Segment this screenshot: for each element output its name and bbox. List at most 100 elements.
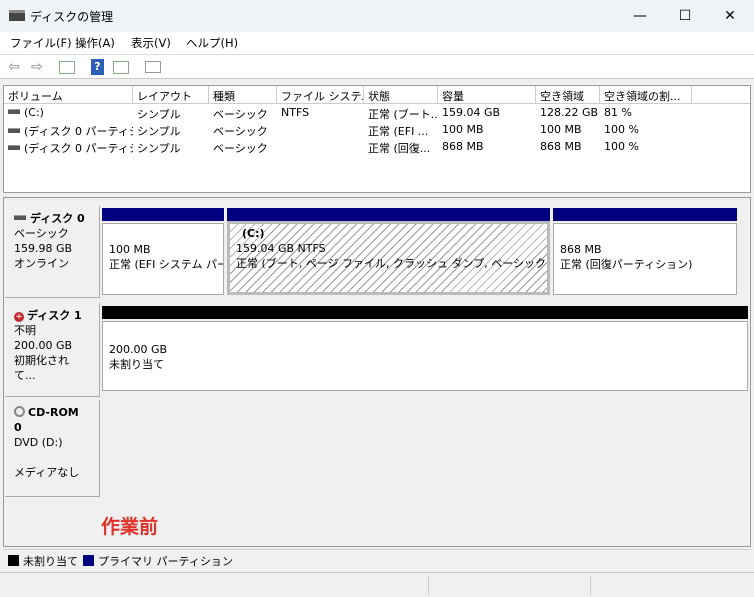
menu-bar: ファイル(F) 操作(A) 表示(V) ヘルプ(H) <box>0 32 754 54</box>
cell-text: 868 MB <box>442 140 484 153</box>
cell-text: ベーシック <box>213 108 268 121</box>
column-header-type[interactable]: 種類 <box>209 86 277 104</box>
partition-c[interactable]: (C:) 159.04 GB NTFS 正常 (ブート, ページ ファイル, ク… <box>227 221 550 295</box>
legend-label: 未割り当て <box>23 555 78 568</box>
legend: 未割り当て プライマリ パーティション <box>3 549 751 569</box>
table-row[interactable]: (ディスク 0 パーティシ... シンプル ベーシック 正常 (EFI ... 100 … <box>4 122 750 139</box>
legend-primary: プライマリ パーティション <box>83 553 233 569</box>
action-pane-icon[interactable] <box>113 61 129 74</box>
table-cell: 159.04 GB <box>438 105 536 122</box>
cell-text: シンプル <box>137 108 181 121</box>
table-cell <box>277 139 364 156</box>
partition-status: 未割り当て <box>109 358 164 371</box>
properties-icon[interactable] <box>145 61 161 73</box>
table-cell: ベーシック <box>209 139 277 156</box>
cell-text: 159.04 GB <box>442 106 501 119</box>
cell-text: 100 % <box>604 140 639 153</box>
volume-icon <box>8 145 20 150</box>
disk-0-type: ベーシック <box>14 227 69 240</box>
primary-swatch <box>83 555 94 566</box>
console-tree-icon[interactable] <box>59 61 75 74</box>
table-cell: 正常 (回復... <box>364 139 438 156</box>
toolbar: ⇦ ⇨ ? <box>0 54 754 79</box>
table-cell: 868 MB <box>536 139 600 156</box>
cell-text: ベーシック <box>213 125 268 138</box>
window-title: ディスクの管理 <box>30 10 114 24</box>
cdrom-0-type: DVD (D:) <box>14 436 63 449</box>
maximize-button[interactable]: ☐ <box>662 0 708 32</box>
cell-text: ベーシック <box>213 142 268 155</box>
status-divider <box>590 576 591 595</box>
title-bar: ディスクの管理 — ☐ ✕ <box>0 0 754 32</box>
table-cell: ベーシック <box>209 105 277 122</box>
cell-text: 100 % <box>604 123 639 136</box>
legend-unallocated: 未割り当て <box>8 553 78 569</box>
partition-efi[interactable]: 100 MB 正常 (EFI システム パーティション) <box>102 223 224 295</box>
partition-name: (C:) <box>242 227 265 240</box>
table-cell: 868 MB <box>438 139 536 156</box>
column-header-filler <box>692 86 750 104</box>
table-cell: (ディスク 0 パーティシ... <box>4 139 133 156</box>
cell-text: 正常 (ブート... <box>368 108 438 121</box>
partition-bar-primary <box>553 208 737 221</box>
column-header-status[interactable]: 状態 <box>364 86 438 104</box>
disk-0-status: オンライン <box>14 257 69 270</box>
hard-disk-icon <box>14 215 26 220</box>
menu-file[interactable]: ファイル(F) <box>10 35 72 51</box>
column-header-layout[interactable]: レイアウト <box>133 86 209 104</box>
forward-arrow-icon[interactable]: ⇨ <box>28 59 46 75</box>
disk-0-info[interactable]: ディスク 0 ベーシック 159.98 GB オンライン <box>5 206 100 298</box>
cell-text: (ディスク 0 パーティシ... <box>24 125 133 138</box>
table-cell: 100 MB <box>536 122 600 139</box>
minimize-button[interactable]: — <box>617 0 663 32</box>
disk-management-icon <box>9 10 25 21</box>
column-header-capacity[interactable]: 容量 <box>438 86 536 104</box>
cell-text: 100 MB <box>442 123 484 136</box>
partition-size: 159.04 GB NTFS <box>236 242 326 255</box>
cell-text: 128.22 GB <box>540 106 599 119</box>
table-row[interactable]: (ディスク 0 パーティシ... シンプル ベーシック 正常 (回復... 868 MB… <box>4 139 750 156</box>
column-header-free-space[interactable]: 空き領域 <box>536 86 600 104</box>
unallocated-swatch <box>8 555 19 566</box>
cell-text: 81 % <box>604 106 632 119</box>
cell-text: NTFS <box>281 106 310 119</box>
disk-1-info[interactable]: + ディスク 1 不明 200.00 GB 初期化されて... <box>5 303 100 397</box>
table-cell: (ディスク 0 パーティシ... <box>4 122 133 139</box>
menu-view[interactable]: 表示(V) <box>131 35 171 51</box>
table-cell: 81 % <box>600 105 692 122</box>
partition-bar-primary <box>227 208 550 221</box>
partition-bar-unallocated <box>102 306 748 319</box>
table-cell: 100 % <box>600 122 692 139</box>
column-header-percent-free[interactable]: 空き領域の割... <box>600 86 692 104</box>
cdrom-0-status: メディアなし <box>14 466 80 479</box>
table-cell: シンプル <box>133 105 209 122</box>
cd-rom-icon <box>14 406 25 417</box>
disk-1-name: ディスク 1 <box>27 309 82 322</box>
partition-size: 868 MB <box>560 243 602 256</box>
cell-text: シンプル <box>137 125 181 138</box>
disk-0-name: ディスク 0 <box>30 212 85 225</box>
back-arrow-icon[interactable]: ⇦ <box>5 59 23 75</box>
partition-status: 正常 (ブート, ページ ファイル, クラッシュ ダンプ, ベーシック データ … <box>236 257 547 270</box>
volume-icon <box>8 109 20 114</box>
menu-help[interactable]: ヘルプ(H) <box>186 35 238 51</box>
partition-status: 正常 (EFI システム パーティション) <box>109 258 223 271</box>
cell-text: 868 MB <box>540 140 582 153</box>
volume-icon <box>8 128 20 133</box>
legend-label: プライマリ パーティション <box>98 555 233 568</box>
menu-action[interactable]: 操作(A) <box>75 35 115 51</box>
column-header-filesystem[interactable]: ファイル システム <box>277 86 364 104</box>
close-button[interactable]: ✕ <box>707 0 753 32</box>
table-cell: 100 % <box>600 139 692 156</box>
cell-text: シンプル <box>137 142 181 155</box>
partition-status: 正常 (回復パーティション) <box>560 258 693 271</box>
partition-recovery[interactable]: 868 MB 正常 (回復パーティション) <box>553 223 737 295</box>
disk-1-size: 200.00 GB <box>14 339 73 352</box>
table-cell <box>277 122 364 139</box>
cdrom-0-info[interactable]: CD-ROM 0 DVD (D:) メディアなし <box>5 400 100 497</box>
status-bar <box>0 572 754 597</box>
table-row[interactable]: (C:) シンプル ベーシック NTFS 正常 (ブート... 159.04 GB 128.… <box>4 105 750 122</box>
help-icon[interactable]: ? <box>91 59 104 75</box>
column-header-volume[interactable]: ボリューム <box>4 86 133 104</box>
unallocated-space[interactable]: 200.00 GB 未割り当て <box>102 321 748 391</box>
